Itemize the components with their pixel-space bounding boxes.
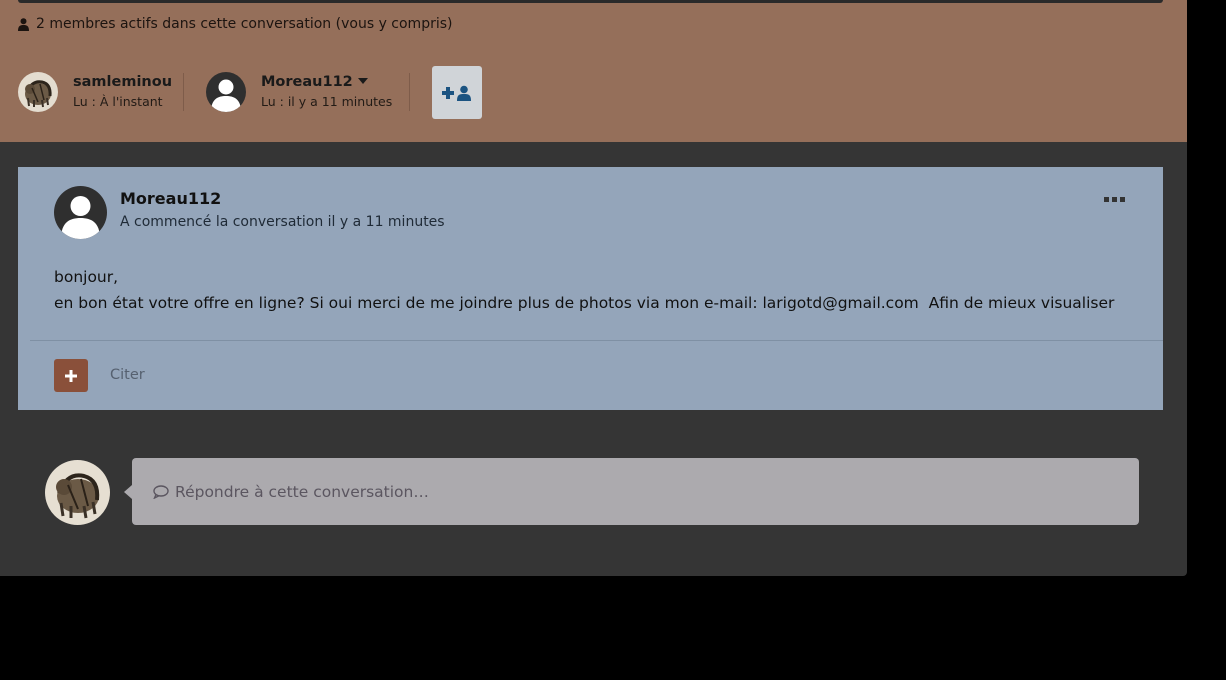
- reply-input[interactable]: Répondre à cette conversation…: [132, 458, 1139, 525]
- post-divider: [30, 340, 1163, 341]
- post-author[interactable]: Moreau112: [120, 189, 221, 208]
- caret-down-icon[interactable]: [357, 78, 368, 84]
- active-members-text: 2 membres actifs dans cette conversation…: [36, 16, 453, 32]
- plus-icon: [65, 369, 77, 382]
- default-user-avatar-icon[interactable]: [206, 72, 246, 112]
- post-line: bonjour,: [54, 268, 119, 286]
- active-members-line: 2 membres actifs dans cette conversation…: [18, 15, 453, 33]
- member-name[interactable]: samleminou: [73, 73, 172, 91]
- comment-icon: [153, 484, 169, 499]
- member-name[interactable]: Moreau112: [261, 74, 353, 90]
- member-read-status: Lu : il y a 11 minutes: [261, 94, 393, 109]
- default-user-avatar-icon[interactable]: [54, 186, 107, 239]
- reply-pointer: [124, 485, 132, 499]
- quote-link[interactable]: Citer: [110, 367, 145, 383]
- reply-placeholder: Répondre à cette conversation…: [175, 482, 429, 501]
- member-separator: [409, 73, 410, 111]
- header-top-bar: [18, 0, 1163, 3]
- member-name-menu[interactable]: Moreau112: [261, 73, 392, 91]
- member-samleminou[interactable]: samleminou Lu : À l'instant: [18, 72, 172, 112]
- conversation-post: Moreau112 A commencé la conversation il …: [18, 167, 1163, 410]
- post-line: en bon état votre offre en ligne? Si oui…: [54, 294, 1115, 312]
- cat-avatar-icon[interactable]: [18, 72, 58, 112]
- cat-avatar-icon: [45, 460, 110, 525]
- member-read-status: Lu : À l'instant: [73, 94, 163, 109]
- add-user-icon: [442, 85, 471, 101]
- member-moreau112[interactable]: Moreau112 Lu : il y a 11 minutes: [206, 72, 392, 112]
- post-meta: A commencé la conversation il y a 11 min…: [120, 214, 445, 230]
- ellipsis-icon[interactable]: [1104, 191, 1126, 207]
- user-icon: [18, 17, 29, 31]
- conversation-panel: 2 membres actifs dans cette conversation…: [0, 0, 1187, 576]
- post-body: bonjour, en bon état votre offre en lign…: [54, 264, 1114, 316]
- multiquote-button[interactable]: [54, 359, 88, 392]
- conversation-header: 2 membres actifs dans cette conversation…: [0, 0, 1187, 142]
- member-separator: [183, 73, 184, 111]
- add-member-button[interactable]: [432, 66, 482, 119]
